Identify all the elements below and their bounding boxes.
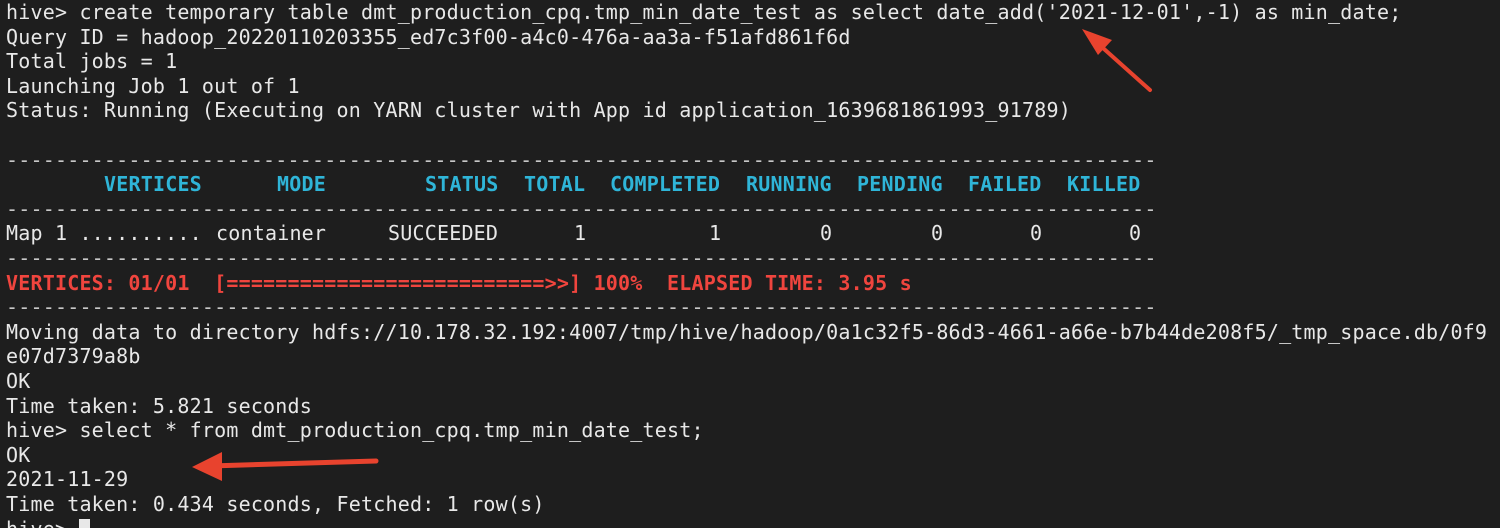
time-taken-line-1: Time taken: 5.821 seconds [6, 393, 313, 418]
row-killed: 0 [1129, 221, 1142, 246]
prompt-text: hive> [6, 517, 79, 528]
table-separator-top: ----------------------------------------… [6, 147, 1157, 172]
row-completed: 1 [709, 221, 722, 246]
header-mode: MODE [277, 172, 326, 197]
header-running: RUNNING [746, 172, 832, 197]
row-pending: 0 [931, 221, 944, 246]
header-failed: FAILED [968, 172, 1042, 197]
table-separator-header: ----------------------------------------… [6, 196, 1157, 221]
table-separator-bottom: ----------------------------------------… [6, 295, 1157, 320]
table-separator-row: ----------------------------------------… [6, 246, 1157, 270]
moving-data-line-wrap: e07d7379a8b [6, 344, 141, 369]
query-id-line: Query ID = hadoop_20220110203355_ed7c3f0… [6, 24, 851, 49]
prompt-line[interactable]: hive> [6, 517, 91, 528]
row-failed: 0 [1030, 221, 1043, 246]
moving-data-line: Moving data to directory hdfs://10.178.3… [6, 319, 1488, 344]
vertex-table-header: VERTICES MODE STATUS TOTAL COMPLETED RUN… [6, 172, 1206, 197]
command-line-select: hive> select * from dmt_production_cpq.t… [6, 418, 704, 443]
annotation-arrow-top [1082, 29, 1152, 92]
text-cursor [79, 518, 91, 528]
row-vertices: Map 1 .......... [6, 221, 202, 246]
header-total: TOTAL [524, 172, 586, 197]
time-taken-line-2: Time taken: 0.434 seconds, Fetched: 1 ro… [6, 492, 545, 516]
launching-job-line: Launching Job 1 out of 1 [6, 73, 300, 98]
row-mode: container [216, 221, 327, 246]
header-status: STATUS [425, 172, 499, 197]
annotation-arrow-bottom [192, 452, 379, 481]
result-value-line: 2021-11-29 [6, 467, 129, 492]
total-jobs-line: Total jobs = 1 [6, 49, 178, 74]
command-line-create: hive> create temporary table dmt_product… [6, 0, 1402, 24]
header-killed: KILLED [1067, 172, 1141, 197]
header-pending: PENDING [857, 172, 943, 197]
header-vertices: VERTICES [104, 172, 202, 197]
ok-line-2: OK [6, 442, 31, 467]
terminal-window[interactable]: hive> create temporary table dmt_product… [0, 0, 1500, 528]
header-completed: COMPLETED [610, 172, 721, 197]
ok-line-1: OK [6, 369, 31, 393]
vertex-table-row: Map 1 .......... container SUCCEEDED 1 1… [6, 221, 1206, 246]
status-running-line: Status: Running (Executing on YARN clust… [6, 98, 1071, 123]
progress-bar-line: VERTICES: 01/01 [=======================… [6, 270, 912, 295]
row-total: 1 [574, 221, 587, 246]
row-status: SUCCEEDED [388, 221, 499, 246]
row-running: 0 [820, 221, 833, 246]
